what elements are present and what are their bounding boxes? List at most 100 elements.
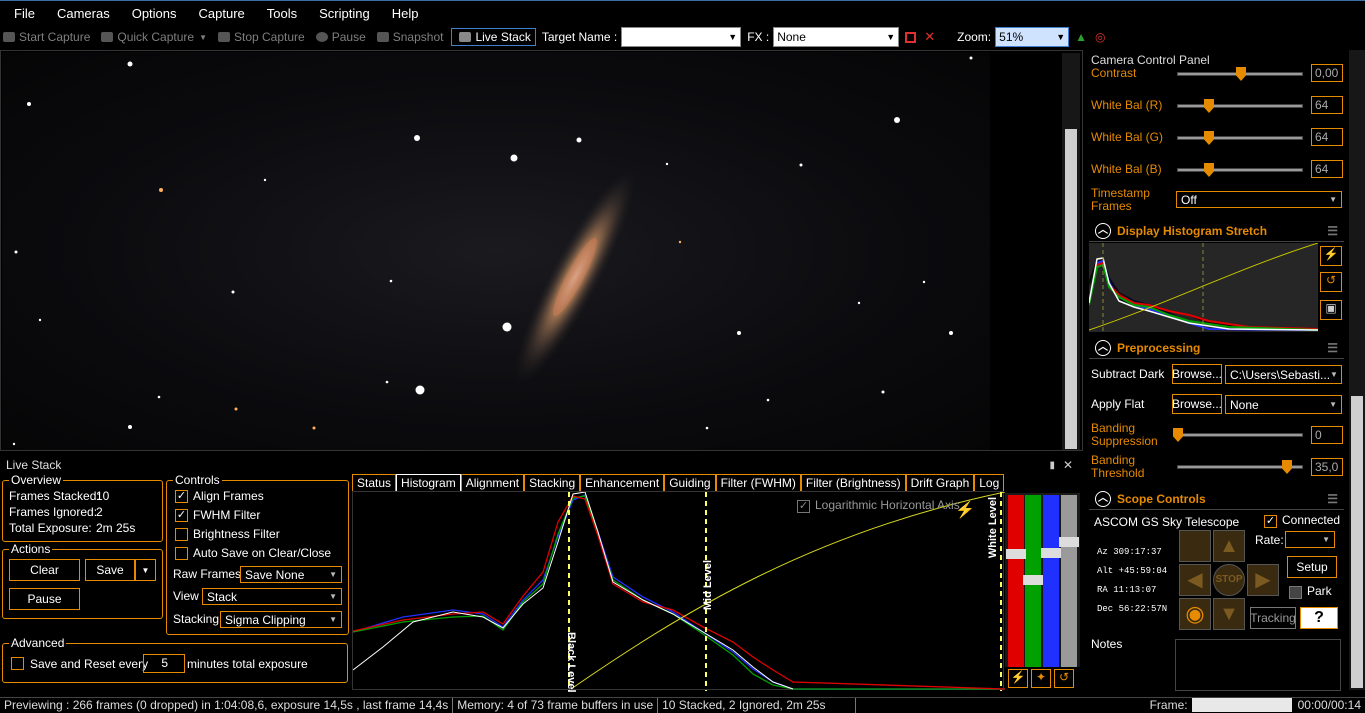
spiral-search-button[interactable] — [1179, 530, 1211, 562]
reset-icon[interactable]: ↺ — [1054, 669, 1074, 688]
tab-stacking[interactable]: Stacking — [524, 474, 581, 491]
tab-guiding[interactable]: Guiding — [664, 474, 716, 491]
close-icon[interactable]: ✕ — [1063, 457, 1073, 474]
flat-file-select[interactable]: None ▼ — [1225, 395, 1342, 414]
rate-select[interactable]: ▼ — [1285, 531, 1335, 548]
stop-capture-button[interactable]: Stop Capture — [215, 30, 305, 44]
collapse-icon[interactable]: ︿ — [1095, 339, 1111, 356]
contrast-value[interactable]: 0,00 — [1311, 64, 1343, 82]
timestamp-select[interactable]: Off ▼ — [1176, 191, 1342, 208]
clear-roi-icon[interactable]: ✕ — [924, 29, 935, 45]
menu-cameras[interactable]: Cameras — [57, 6, 110, 21]
tab-alignment[interactable]: Alignment — [460, 474, 525, 491]
save-button[interactable]: Save — [85, 559, 135, 581]
wb-r-slider[interactable] — [1177, 99, 1303, 113]
red-level-slider[interactable] — [1008, 495, 1024, 667]
tab-drift-graph[interactable]: Drift Graph — [905, 474, 975, 491]
viewer-scrollbar[interactable] — [1062, 53, 1080, 450]
slider-knob[interactable] — [1023, 575, 1043, 585]
blue-level-slider[interactable] — [1043, 495, 1059, 667]
slider-knob[interactable] — [1006, 549, 1026, 559]
save-reset-checkbox[interactable] — [11, 657, 24, 670]
dark-browse-button[interactable]: Browse... — [1172, 364, 1222, 384]
lightning-icon[interactable]: ⚡ — [955, 500, 975, 520]
tab-filter-fwhm[interactable]: Filter (FWHM) — [715, 474, 801, 491]
menu-help[interactable]: Help — [392, 6, 419, 21]
right-panel-scrollbar[interactable] — [1349, 50, 1365, 690]
banding-suppression-slider[interactable] — [1173, 428, 1303, 442]
scrollbar-thumb[interactable] — [1065, 129, 1077, 449]
slider-knob[interactable] — [1059, 537, 1079, 547]
display-histogram-header[interactable]: ︿ Display Histogram Stretch ☰ — [1089, 220, 1344, 242]
pause-button[interactable]: Pause — [313, 30, 366, 44]
brightness-filter-checkbox[interactable] — [175, 528, 188, 541]
fwhm-filter-checkbox[interactable]: ✓ — [175, 509, 188, 522]
auto-stretch-icon[interactable]: ⚡ — [1008, 669, 1028, 688]
tab-filter-brightness[interactable]: Filter (Brightness) — [800, 474, 906, 491]
stack-histogram[interactable]: ✓ Logarithmic Horizontal Axis Black Leve… — [352, 491, 1006, 693]
wb-g-slider[interactable] — [1177, 131, 1303, 145]
menu-file[interactable]: File — [14, 6, 35, 21]
wb-b-slider[interactable] — [1177, 163, 1303, 177]
log-axis-checkbox[interactable]: ✓ — [797, 500, 810, 513]
start-capture-button[interactable]: Start Capture — [0, 30, 90, 44]
banding-threshold-value[interactable]: 35,0 — [1311, 458, 1343, 476]
menu-icon[interactable]: ☰ — [1327, 341, 1338, 355]
banding-suppression-value[interactable]: 0 — [1311, 426, 1343, 444]
park-checkbox[interactable] — [1289, 586, 1302, 599]
notes-textarea[interactable] — [1175, 639, 1341, 691]
help-button[interactable]: ? — [1300, 607, 1338, 629]
snapshot-button[interactable]: Snapshot — [374, 30, 443, 44]
tracking-button[interactable]: Tracking — [1250, 607, 1296, 629]
collapse-icon[interactable]: ︿ — [1095, 490, 1111, 507]
setup-button[interactable]: Setup — [1287, 556, 1337, 578]
menu-tools[interactable]: Tools — [267, 6, 297, 21]
flat-browse-button[interactable]: Browse... — [1172, 394, 1222, 414]
pause-stack-button[interactable]: Pause — [9, 588, 80, 610]
reset-icon[interactable]: ↺ — [1320, 272, 1342, 292]
lum-level-slider[interactable] — [1061, 495, 1077, 667]
align-frames-checkbox[interactable]: ✓ — [175, 490, 188, 503]
star-icon[interactable]: ✦ — [1031, 669, 1051, 688]
save-icon[interactable]: ▣ — [1320, 300, 1342, 320]
roi-icon[interactable] — [905, 31, 917, 43]
preview-image[interactable] — [2, 52, 990, 450]
menu-icon[interactable]: ☰ — [1327, 224, 1338, 238]
connected-checkbox[interactable]: ✓ — [1264, 515, 1277, 528]
banding-threshold-slider[interactable] — [1177, 460, 1303, 474]
menu-options[interactable]: Options — [132, 6, 177, 21]
histogram-icon[interactable]: ▲ — [1075, 30, 1087, 44]
slider-knob[interactable] — [1041, 548, 1061, 558]
chevron-down-icon[interactable]: ▼ — [199, 33, 207, 42]
menu-capture[interactable]: Capture — [199, 6, 245, 21]
crosshair-icon[interactable]: ◎ — [1095, 30, 1105, 44]
stop-button[interactable]: STOP — [1213, 564, 1245, 596]
zoom-dropdown[interactable]: 51% ▼ — [995, 27, 1070, 47]
tab-histogram[interactable]: Histogram — [396, 474, 461, 491]
target-name-dropdown[interactable]: ▼ — [621, 27, 742, 47]
live-stack-button[interactable]: Live Stack — [451, 28, 536, 46]
raw-frames-select[interactable]: Save None ▼ — [240, 566, 342, 583]
clear-button[interactable]: Clear — [9, 559, 80, 581]
south-arrow-icon[interactable]: ▼ — [1213, 598, 1245, 630]
auto-stretch-icon[interactable]: ⚡ — [1320, 246, 1342, 266]
tab-status[interactable]: Status — [352, 474, 397, 491]
fx-dropdown[interactable]: None ▼ — [773, 27, 900, 47]
target-icon[interactable]: ◉ — [1179, 598, 1211, 630]
save-reset-stepper[interactable]: 5 — [143, 654, 185, 673]
save-options-chevron-down-icon[interactable]: ▼ — [135, 559, 156, 581]
wb-b-value[interactable]: 64 — [1311, 160, 1343, 178]
preprocessing-header[interactable]: ︿ Preprocessing ☰ — [1089, 337, 1344, 359]
view-select[interactable]: Stack ▼ — [202, 588, 342, 605]
tab-enhancement[interactable]: Enhancement — [580, 474, 665, 491]
collapse-icon[interactable]: ︿ — [1095, 222, 1111, 239]
tab-log[interactable]: Log — [974, 474, 1005, 491]
north-arrow-icon[interactable]: ▲ — [1213, 530, 1245, 562]
menu-scripting[interactable]: Scripting — [319, 6, 370, 21]
west-arrow-icon[interactable]: ◀ — [1179, 564, 1211, 596]
east-arrow-icon[interactable]: ▶ — [1247, 564, 1279, 596]
dark-file-select[interactable]: C:\Users\Sebasti... ▼ — [1225, 365, 1342, 384]
scope-controls-header[interactable]: ︿ Scope Controls ☰ — [1089, 488, 1344, 510]
contrast-slider[interactable] — [1177, 67, 1303, 81]
scrollbar-thumb[interactable] — [1351, 396, 1363, 688]
